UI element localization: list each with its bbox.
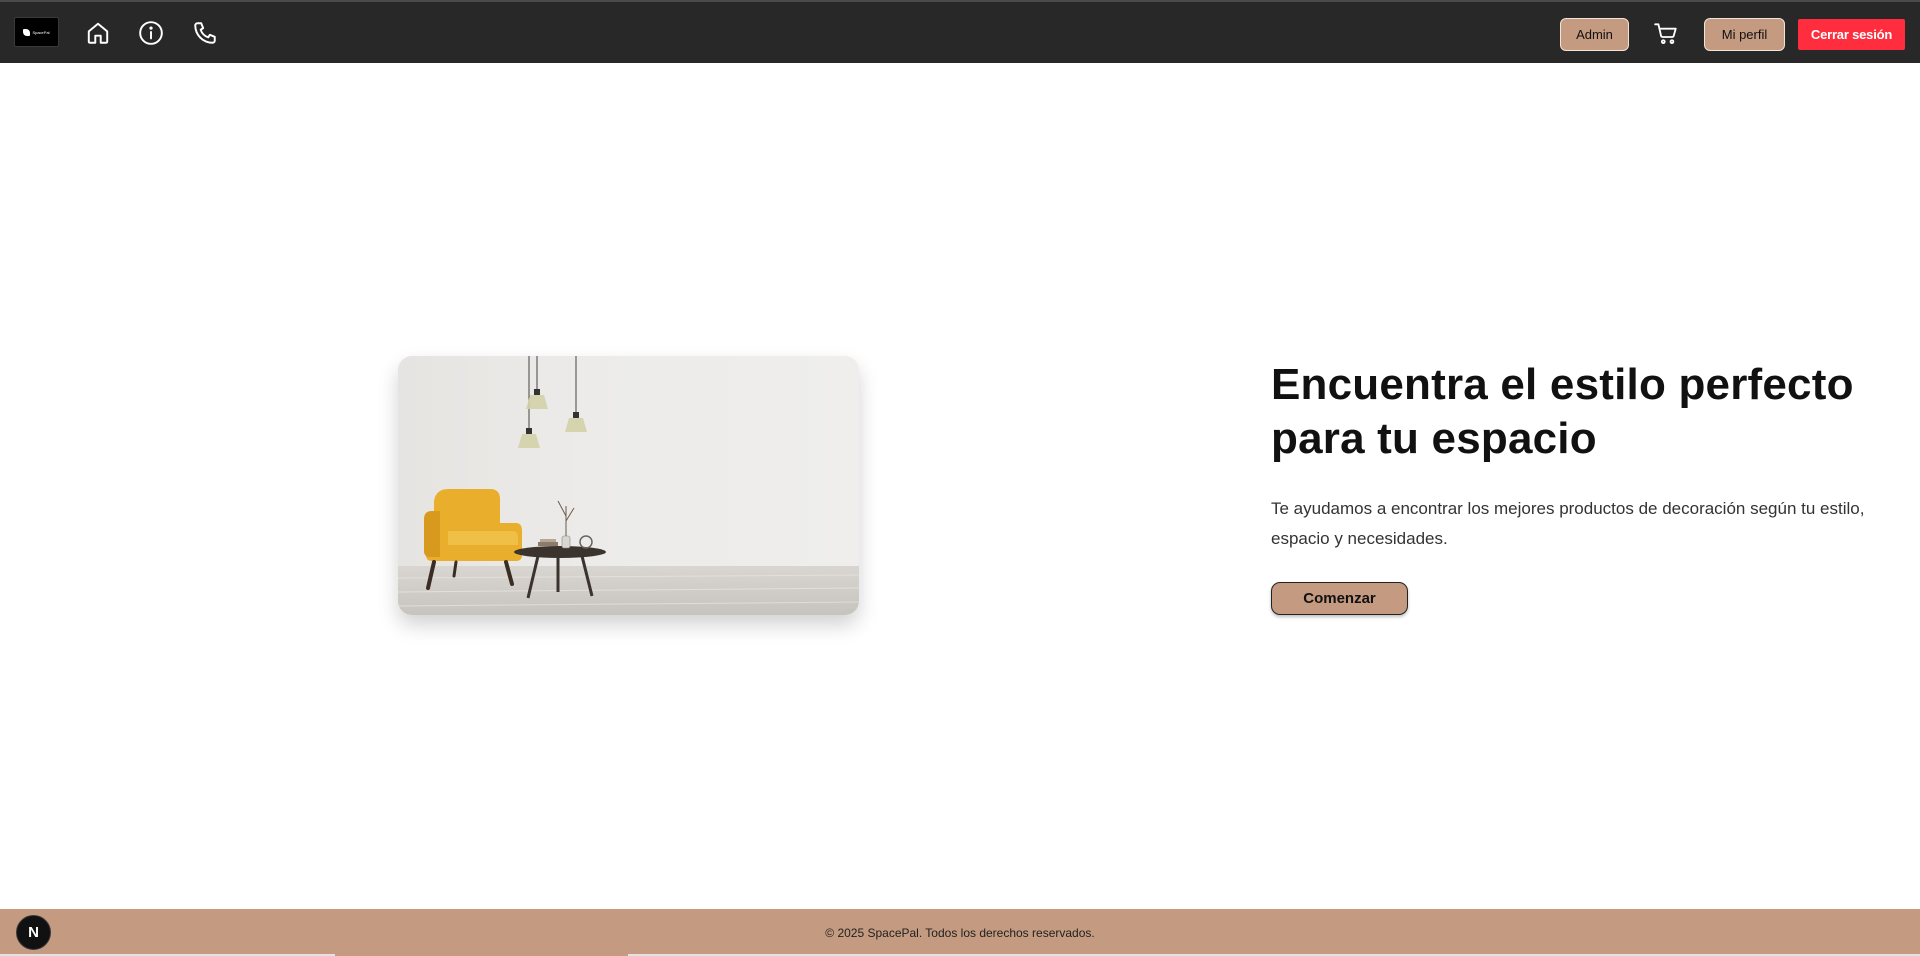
living-room-illustration	[398, 356, 859, 615]
cart-icon[interactable]	[1653, 20, 1679, 46]
page-footer: © 2025 SpacePal. Todos los derechos rese…	[0, 909, 1920, 956]
logout-button[interactable]: Cerrar sesión	[1798, 19, 1905, 50]
logo-text: SpacePal	[32, 29, 50, 35]
phone-icon[interactable]	[192, 20, 218, 46]
hero-title: Encuentra el estilo perfecto para tu esp…	[1271, 360, 1854, 463]
admin-button[interactable]: Admin	[1560, 18, 1629, 51]
dev-tools-badge[interactable]: N	[16, 915, 51, 950]
start-button[interactable]: Comenzar	[1271, 582, 1408, 615]
brand-logo[interactable]: SpacePal	[14, 17, 59, 47]
top-navbar: SpacePal Admin Mi perfil Cerrar sesión	[0, 0, 1920, 63]
logo-mark-icon	[23, 28, 31, 36]
profile-button[interactable]: Mi perfil	[1704, 18, 1785, 51]
hero-subtitle: Te ayudamos a encontrar los mejores prod…	[1271, 499, 1865, 548]
info-icon[interactable]	[138, 20, 164, 46]
home-icon[interactable]	[85, 20, 111, 46]
hero-image	[398, 356, 859, 615]
footer-copyright: © 2025 SpacePal. Todos los derechos rese…	[825, 925, 1095, 940]
